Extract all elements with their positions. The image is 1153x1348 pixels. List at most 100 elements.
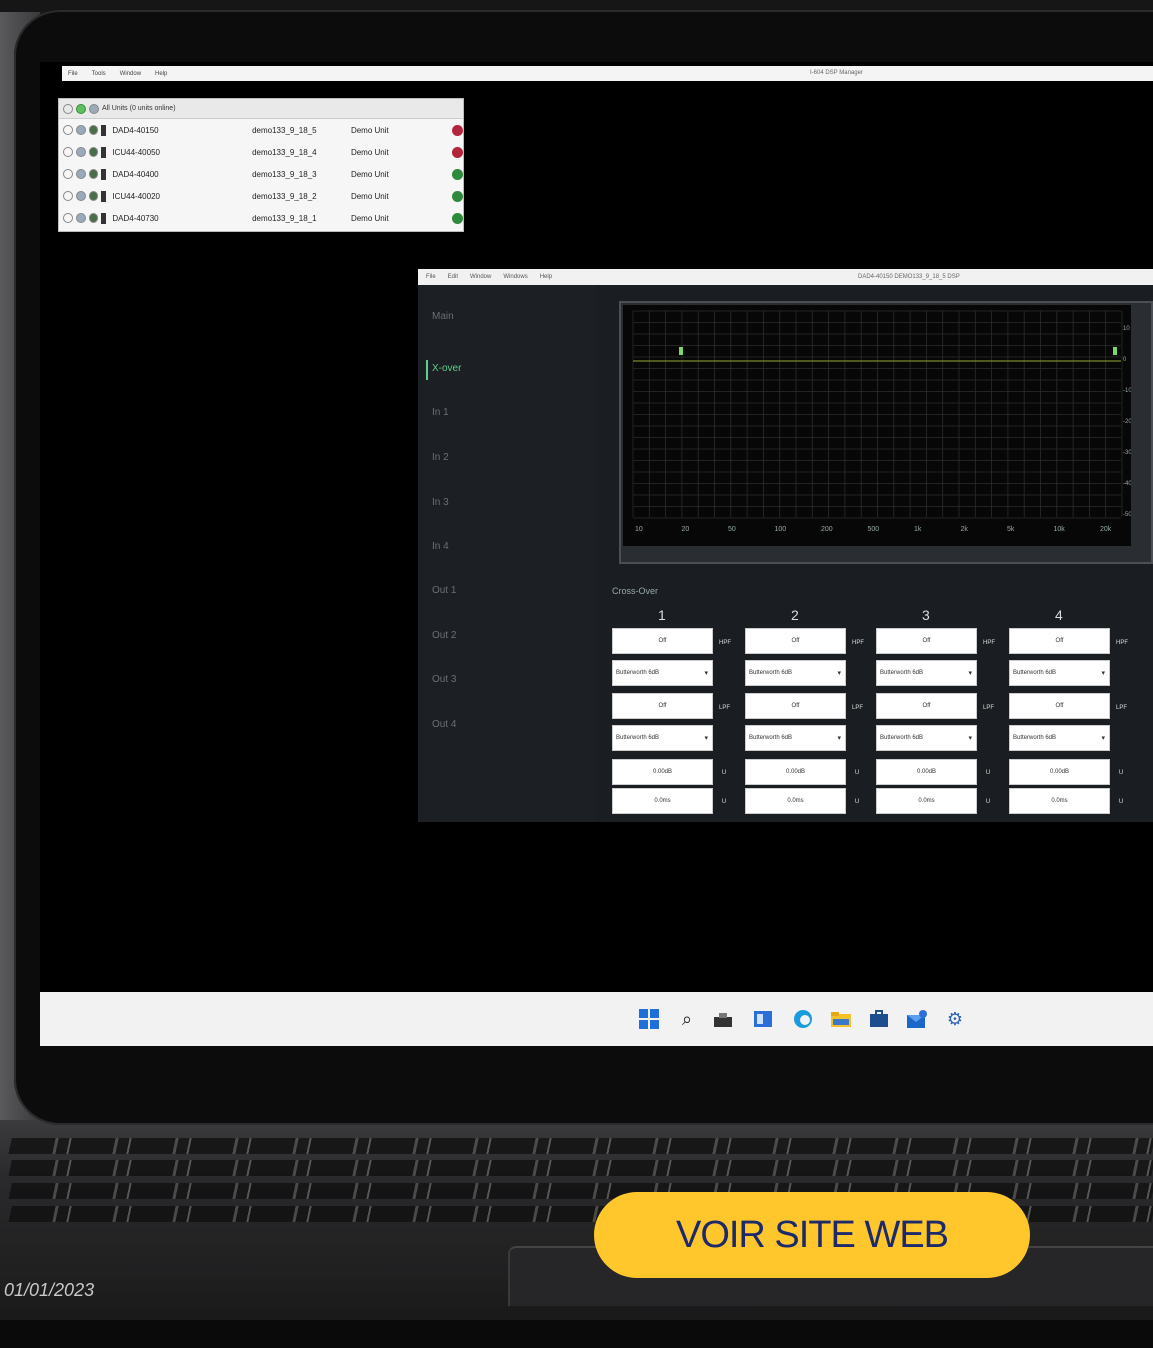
sidebar-item-in-3[interactable]: In 3 [432, 497, 449, 508]
x-tick-label: 100 [775, 526, 787, 533]
dsp-menu-edit[interactable]: Edit [448, 274, 458, 280]
unit-link-icon [88, 213, 99, 223]
widgets-icon[interactable] [752, 1009, 774, 1029]
visit-website-button[interactable]: VOIR SITE WEB [594, 1192, 1030, 1278]
windows-start-icon[interactable] [638, 1009, 660, 1029]
hpf-label: HPF [719, 640, 731, 646]
crossover-label: Cross-Over [612, 586, 659, 596]
lpf-type-value: Butterworth 6dB [880, 735, 924, 741]
delay-field[interactable]: 0.0ms [612, 788, 713, 814]
hpf-frequency-field[interactable]: Off [745, 628, 846, 654]
delay-field[interactable]: 0.0ms [876, 788, 977, 814]
sidebar-item-in-2[interactable]: In 2 [432, 452, 449, 463]
lpf-type-select[interactable]: Butterworth 6dB ▾ [612, 725, 713, 751]
menu-window[interactable]: Window [120, 71, 141, 77]
lpf-type-select[interactable]: Butterworth 6dB ▾ [745, 725, 846, 751]
units-header[interactable]: All Units (0 units online) [59, 99, 463, 119]
gain-field[interactable]: 0.00dB [876, 759, 977, 785]
lpf-type-select[interactable]: Butterworth 6dB ▾ [1009, 725, 1110, 751]
delay-field[interactable]: 0.0ms [745, 788, 846, 814]
sidebar-item-in-4[interactable]: In 4 [432, 541, 449, 552]
gain-field[interactable]: 0.00dB [745, 759, 846, 785]
unit-select-icon[interactable] [75, 191, 86, 201]
hpf-handle[interactable] [679, 347, 683, 355]
task-view-icon[interactable] [712, 1009, 734, 1029]
unit-type: Demo Unit [350, 169, 389, 179]
edge-browser-icon[interactable] [792, 1009, 814, 1029]
expand-icon[interactable] [63, 125, 73, 135]
expand-icon[interactable] [63, 147, 73, 157]
y-tick-label: 0 [1123, 357, 1127, 363]
menu-help[interactable]: Help [155, 71, 167, 77]
unit-row[interactable]: DAD4-40730 demo133_9_18_1 Demo Unit [59, 207, 464, 229]
chevron-down-icon: ▾ [837, 735, 841, 742]
x-tick-label: 1k [914, 526, 922, 533]
unit-select-icon[interactable] [75, 147, 86, 157]
lpf-frequency-field[interactable]: Off [876, 693, 977, 719]
sidebar-item-in-1[interactable]: In 1 [432, 407, 449, 418]
unit-type: Demo Unit [350, 213, 389, 223]
sidebar-item-out-3[interactable]: Out 3 [432, 674, 456, 685]
lpf-handle[interactable] [1113, 347, 1117, 355]
lpf-type-value: Butterworth 6dB [749, 735, 793, 741]
dsp-menu-windows[interactable]: Windows [503, 274, 527, 280]
unit-status-icon[interactable] [452, 168, 464, 180]
hpf-label: HPF [1116, 640, 1128, 646]
sidebar-item-out-2[interactable]: Out 2 [432, 630, 456, 641]
menu-tools[interactable]: Tools [92, 71, 106, 77]
dsp-menu-window[interactable]: Window [470, 274, 491, 280]
delay-field[interactable]: 0.0ms [1009, 788, 1110, 814]
laptop-front-edge [0, 1320, 1153, 1348]
unit-row[interactable]: DAD4-40400 demo133_9_18_3 Demo Unit [59, 163, 464, 185]
publish-date: 01/01/2023 [4, 1280, 95, 1300]
x-tick-label: 5k [1007, 526, 1015, 533]
dsp-menu-help[interactable]: Help [540, 274, 552, 280]
lpf-frequency-field[interactable]: Off [1009, 693, 1110, 719]
hpf-frequency-field[interactable]: Off [876, 628, 977, 654]
hpf-type-select[interactable]: Butterworth 6dB ▾ [1009, 660, 1110, 686]
sidebar-item-main[interactable]: Main [432, 311, 454, 322]
hpf-type-select[interactable]: Butterworth 6dB ▾ [612, 660, 713, 686]
expand-icon[interactable] [63, 191, 73, 201]
unit-name: DAD4-40150 [112, 125, 159, 135]
mail-icon[interactable] [906, 1009, 928, 1029]
unit-select-icon[interactable] [75, 125, 86, 135]
gain-field[interactable]: 0.00dB [612, 759, 713, 785]
dsp-menu-file[interactable]: File [426, 274, 436, 280]
collapse-icon[interactable] [63, 103, 73, 114]
crossover-column-number: 2 [791, 607, 799, 623]
menu-file[interactable]: File [68, 71, 78, 77]
unit-status-icon[interactable] [452, 146, 464, 158]
file-explorer-icon[interactable] [830, 1009, 852, 1029]
lpf-frequency-field[interactable]: Off [745, 693, 846, 719]
sidebar-item-out-4[interactable]: Out 4 [432, 719, 456, 730]
settings-icon[interactable]: ⚙ [944, 1009, 966, 1029]
hpf-label: HPF [983, 640, 995, 646]
expand-icon[interactable] [63, 169, 73, 179]
unit-name: ICU44-40020 [112, 191, 160, 201]
hpf-frequency-field[interactable]: Off [1009, 628, 1110, 654]
hpf-type-select[interactable]: Butterworth 6dB ▾ [745, 660, 846, 686]
hpf-type-select[interactable]: Butterworth 6dB ▾ [876, 660, 977, 686]
frequency-response-graph[interactable]: 10 20 50 100 200 500 1k 2k 5k 10k 20k100-10-20-30-… [623, 305, 1131, 546]
unit-select-icon[interactable] [75, 213, 86, 223]
sidebar-item-x-over[interactable]: X-over [432, 363, 461, 374]
sidebar-item-out-1[interactable]: Out 1 [432, 585, 456, 596]
unit-select-icon[interactable] [75, 169, 86, 179]
unit-row[interactable]: ICU44-40050 demo133_9_18_4 Demo Unit [59, 141, 464, 163]
expand-icon[interactable] [63, 213, 73, 223]
lpf-frequency-field[interactable]: Off [612, 693, 713, 719]
search-icon[interactable]: ⌕ [676, 1009, 698, 1029]
unit-row[interactable]: DAD4-40150 demo133_9_18_5 Demo Unit [59, 119, 464, 141]
units-header-label: All Units (0 units online) [102, 105, 176, 112]
unit-name: DAD4-40400 [112, 169, 159, 179]
hpf-frequency-field[interactable]: Off [612, 628, 713, 654]
unit-status-icon[interactable] [452, 190, 464, 202]
unit-status-icon[interactable] [452, 212, 464, 224]
store-icon[interactable] [868, 1009, 890, 1029]
unit-link-icon [88, 191, 99, 201]
gain-field[interactable]: 0.00dB [1009, 759, 1110, 785]
unit-status-icon[interactable] [452, 124, 464, 136]
lpf-type-select[interactable]: Butterworth 6dB ▾ [876, 725, 977, 751]
unit-row[interactable]: ICU44-40020 demo133_9_18_2 Demo Unit [59, 185, 464, 207]
